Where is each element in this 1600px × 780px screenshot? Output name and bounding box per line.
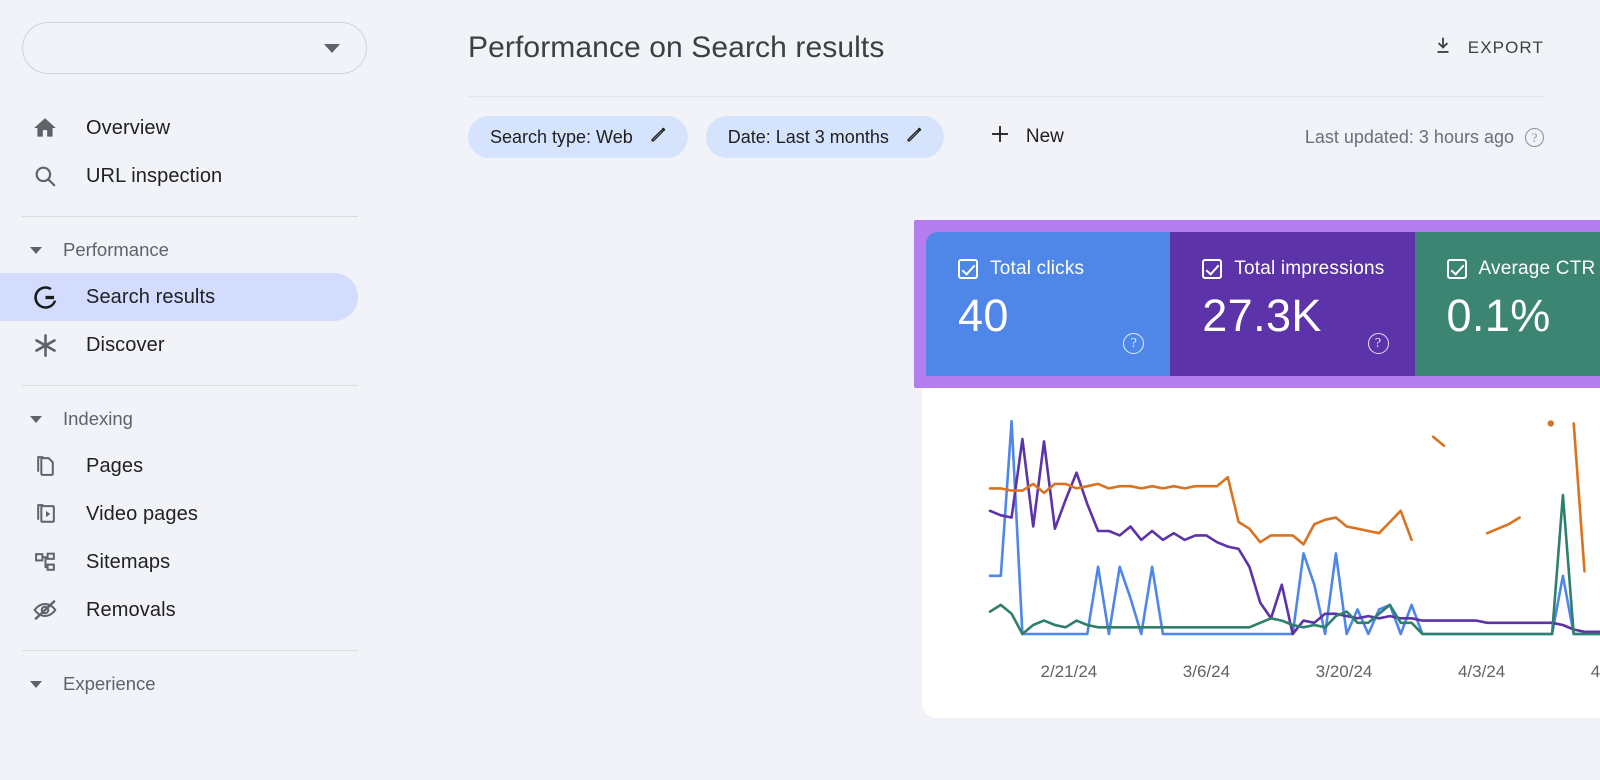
export-button[interactable]: EXPORT (1432, 35, 1544, 62)
x-axis-tick-label: 2/21/24 (1040, 662, 1098, 681)
sidebar-item-label: Sitemaps (86, 551, 171, 573)
sidebar-item-label: Search results (86, 286, 216, 308)
sidebar-item-sitemaps[interactable]: Sitemaps (0, 538, 358, 586)
metrics-highlight-overlay: Total clicks 40 ? Total impressions 27.3… (914, 220, 1600, 388)
sidebar-item-discover[interactable]: Discover (0, 321, 358, 369)
google-g-icon (30, 282, 60, 312)
x-axis-tick-label: 3/20/24 (1315, 662, 1373, 681)
export-label: EXPORT (1467, 38, 1544, 57)
x-axis-labels: 2/21/243/6/243/20/244/3/244/17/245/1/245… (922, 656, 1600, 692)
eye-off-icon (30, 595, 60, 625)
sidebar-item-label: Discover (86, 334, 165, 356)
page-title: Performance on Search results (468, 31, 885, 64)
sidebar-divider (22, 650, 358, 651)
metric-header: Total clicks (958, 258, 1170, 280)
search-console-app: Overview URL inspection Performance Sear… (0, 0, 1600, 780)
sidebar: Overview URL inspection Performance Sear… (0, 0, 458, 780)
metric-card-total-clicks[interactable]: Total clicks 40 ? (926, 232, 1171, 376)
sidebar-section-label: Experience (63, 673, 156, 694)
metric-header: Total impressions (1202, 258, 1414, 280)
help-icon[interactable]: ? (1123, 333, 1145, 354)
asterisk-icon (30, 330, 60, 360)
metric-checkbox[interactable] (1202, 259, 1223, 279)
metric-card-average-ctr[interactable]: Average CTR 0.1% ? (1414, 232, 1600, 376)
metric-value: 0.1% (1446, 290, 1551, 341)
pencil-icon[interactable] (905, 125, 924, 149)
sidebar-item-removals[interactable]: Removals (0, 586, 358, 634)
chevron-down-icon (324, 43, 340, 53)
sidebar-item-label: Overview (86, 117, 171, 139)
filter-chip-search-type[interactable]: Search type: Web (468, 116, 688, 158)
sidebar-divider (22, 385, 358, 386)
sidebar-item-label: URL inspection (86, 165, 223, 187)
filter-chip-label: Date: Last 3 months (727, 126, 889, 147)
last-updated: Last updated: 3 hours ago ? (1305, 127, 1544, 148)
filter-chip-label: Search type: Web (490, 126, 633, 147)
home-icon (30, 113, 60, 143)
metric-label: Total impressions (1234, 258, 1385, 279)
chevron-down-icon (30, 680, 42, 688)
new-filter-button[interactable]: New (972, 116, 1080, 158)
video-pages-icon (30, 499, 60, 529)
primary-nav: Overview URL inspection Performance Sear… (0, 104, 458, 707)
x-axis-tick-label: 3/6/24 (1182, 662, 1231, 681)
download-icon (1432, 35, 1454, 62)
last-updated-label: Last updated: 3 hours ago (1304, 126, 1514, 147)
performance-plot: 2/21/243/6/243/20/244/3/244/17/245/1/245… (922, 392, 1600, 692)
sidebar-item-overview[interactable]: Overview (0, 104, 358, 152)
sidebar-item-search-results[interactable]: Search results (0, 273, 358, 321)
property-selector[interactable] (22, 22, 367, 74)
help-icon[interactable]: ? (1367, 333, 1389, 354)
sidebar-item-label: Video pages (86, 503, 198, 525)
sidebar-item-url-inspection[interactable]: URL inspection (0, 152, 358, 200)
sidebar-divider (22, 216, 358, 217)
sidebar-section-label: Indexing (63, 408, 133, 429)
sidebar-item-label: Removals (86, 599, 176, 621)
sidebar-section-indexing[interactable]: Indexing (0, 396, 458, 442)
sidebar-item-pages[interactable]: Pages (0, 442, 358, 490)
search-icon (30, 161, 60, 191)
sidebar-section-label: Performance (63, 239, 169, 260)
chevron-down-icon (30, 246, 42, 254)
metric-checkbox[interactable] (958, 259, 978, 279)
page-header: Performance on Search results EXPORT (458, 0, 1600, 96)
x-axis-tick-label: 4/17/24 (1590, 662, 1600, 681)
metric-cards: Total clicks 40 ? Total impressions 27.3… (926, 232, 1600, 376)
metric-checkbox[interactable] (1446, 259, 1467, 279)
sidebar-item-video-pages[interactable]: Video pages (0, 490, 358, 538)
metric-label: Total clicks (990, 258, 1085, 279)
filter-bar: Search type: Web Date: Last 3 months New… (458, 97, 1600, 177)
sidebar-section-experience[interactable]: Experience (0, 661, 458, 707)
metric-label: Average CTR (1478, 258, 1596, 279)
help-icon[interactable]: ? (1525, 127, 1544, 147)
sidebar-section-performance[interactable]: Performance (0, 227, 458, 273)
main-content: Performance on Search results EXPORT Sea… (458, 0, 1600, 780)
sitemaps-icon (30, 547, 60, 577)
plus-icon (988, 122, 1012, 152)
metric-header: Average CTR (1446, 258, 1600, 280)
pages-icon (30, 451, 60, 481)
metric-card-total-impressions[interactable]: Total impressions 27.3K ? (1170, 232, 1415, 376)
chevron-down-icon (30, 415, 42, 423)
plot-svg[interactable] (922, 392, 1600, 656)
x-axis-tick-label: 4/3/24 (1457, 662, 1506, 681)
filter-chip-date[interactable]: Date: Last 3 months (705, 116, 944, 158)
new-filter-label: New (1025, 126, 1064, 147)
sidebar-item-label: Pages (86, 455, 144, 477)
pencil-icon[interactable] (649, 125, 668, 149)
